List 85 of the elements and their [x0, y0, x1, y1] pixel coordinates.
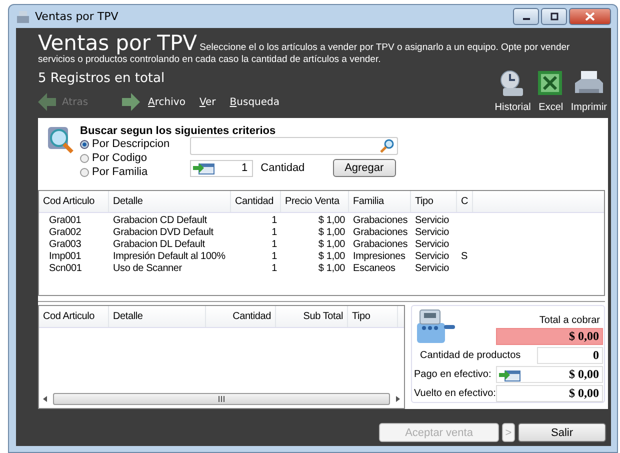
column-header[interactable]: Cod Articulo [39, 306, 109, 327]
search-field[interactable] [190, 137, 398, 155]
table-cell-text: Impresión Default al 100% [112, 251, 226, 263]
column-header[interactable]: Cantidad [231, 191, 281, 212]
table-cell-text: Gra002 [48, 227, 82, 239]
record-count: 5 Registros en total [38, 71, 166, 86]
table-cell-text: Servicio [414, 239, 450, 251]
column-header[interactable]: Precio Venta [281, 191, 349, 212]
table-cell-text: 1 [270, 227, 278, 239]
table-cell-text: Grabaciones [352, 239, 408, 251]
table-cell-text: Scn001 [48, 263, 83, 275]
scroll-left-icon [41, 395, 49, 403]
scroll-right-icon [394, 395, 402, 403]
toolbar-button[interactable]: Historial [494, 69, 532, 113]
add-button[interactable]: Agregar [332, 159, 396, 177]
toolbar-button[interactable]: Imprimir [570, 69, 608, 113]
table-cell-text: 1 [270, 263, 278, 275]
quantity-field[interactable]: 1 [190, 160, 253, 176]
table-cell-text: $ 1,00 [317, 215, 346, 227]
column-header[interactable]: Cod Articulo [39, 191, 109, 212]
menu-item[interactable]: Ver [199, 96, 216, 108]
cash-register-icon [414, 307, 456, 345]
cash-register-icon [16, 10, 30, 24]
input-arrow-icon [192, 161, 215, 175]
horizontal-scrollbar[interactable] [41, 393, 402, 405]
payment-field[interactable]: $ 0,00 [496, 366, 603, 383]
close-icon [585, 12, 595, 21]
field-label: Vuelto en efectivo: [414, 388, 496, 399]
table-cell-text: Gra001 [48, 215, 82, 227]
table-cell-text: 1 [270, 239, 278, 251]
field-label: Cantidad de productos [419, 350, 521, 361]
table-cell-text: Gra003 [48, 239, 82, 251]
table-cell-text: Grabacion DVD Default [112, 227, 214, 239]
value-field: 0 [537, 347, 603, 364]
column-header[interactable]: Familia [349, 191, 411, 212]
column-header[interactable]: Sub Total [276, 306, 348, 327]
table-cell-text: Servicio [414, 263, 450, 275]
maximize-icon [550, 12, 558, 21]
grip-icon [218, 396, 225, 402]
table-cell-text: Servicio [414, 215, 450, 227]
table-cell-text: S [460, 251, 468, 263]
column-header[interactable]: Detalle [109, 191, 231, 212]
column-header[interactable]: C [457, 191, 473, 212]
table-cell-text: Servicio [414, 227, 450, 239]
arrow-icon [122, 93, 140, 111]
search-icon [380, 139, 394, 153]
table-cell-text: $ 1,00 [317, 251, 346, 263]
value-field: $ 0,00 [496, 385, 603, 402]
column-header[interactable]: Tipo [348, 306, 398, 327]
table-cell-text: Servicio [414, 251, 450, 263]
column-header[interactable]: Tipo [411, 191, 457, 212]
field-label: Pago en efectivo: [414, 369, 492, 380]
table-cell-text: $ 1,00 [317, 239, 346, 251]
menu-item[interactable]: Archivo [148, 96, 186, 108]
minimize-button[interactable] [513, 8, 539, 25]
section-title: Buscar segun los siguientes criterios [80, 125, 277, 137]
table-cell-text: Grabaciones [352, 215, 408, 227]
window-title: Ventas por TPV [35, 10, 118, 23]
table-cell-text: Grabaciones [352, 227, 408, 239]
table-cell-text: Grabacion DL Default [112, 239, 206, 251]
field-label: Cantidad [260, 162, 306, 174]
toolbar-button[interactable]: Excel [534, 69, 568, 113]
table-cell-text: 1 [270, 251, 278, 263]
total-value: $ 0,00 [496, 328, 603, 345]
table-cell-text: Imp001 [48, 251, 82, 263]
exit-button[interactable]: Salir [518, 423, 606, 442]
table-cell-text: Impresiones [352, 251, 406, 263]
radio-option[interactable]: Por Familia [80, 165, 170, 179]
table-cell-text: Escaneos [352, 263, 396, 275]
close-button[interactable] [569, 8, 611, 25]
table-cell-text: $ 1,00 [317, 263, 346, 275]
input-arrow-icon [499, 368, 521, 382]
menu-item[interactable]: Busqueda [230, 96, 280, 108]
maximize-button[interactable] [541, 8, 567, 25]
table-cell-text: $ 1,00 [317, 227, 346, 239]
table-cell-text: Uso de Scanner [112, 263, 183, 275]
total-label: Total a cobrar [539, 315, 601, 326]
table-cell-text: 1 [270, 215, 278, 227]
column-header[interactable]: Detalle [109, 306, 206, 327]
radio-option[interactable]: Por Descripcion [80, 137, 170, 151]
radio-option[interactable]: Por Codigo [80, 151, 170, 165]
arrow-icon [38, 93, 56, 111]
column-header[interactable]: Cantidad [206, 306, 276, 327]
table-cell-text: Grabacion CD Default [112, 215, 208, 227]
page-description: Ventas por TPV Seleccione el o los artículos a vender por TPV o asignarlo a un equipo. Opte por vender servicios o productos controlando en cada caso la cantidad de artículos a vender. [38, 31, 571, 65]
